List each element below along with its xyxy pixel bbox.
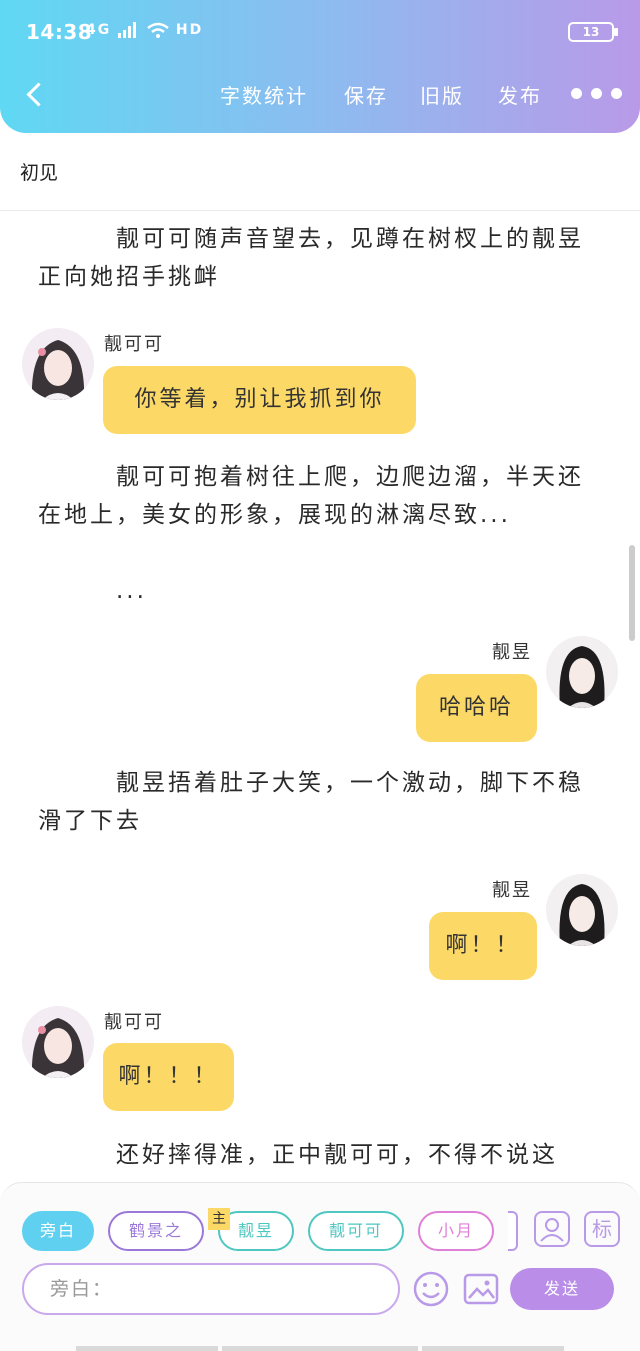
emoji-button[interactable] xyxy=(412,1270,450,1308)
character-chip-kekeke[interactable]: 靓可可 xyxy=(308,1211,404,1251)
avatar-male-icon xyxy=(546,874,618,946)
status-icons: 4G HD xyxy=(86,22,203,38)
scrollbar[interactable] xyxy=(629,545,635,641)
back-button[interactable] xyxy=(20,76,50,112)
divider xyxy=(0,210,640,211)
header: 14:38 4G HD 13 字数统计 保存 旧版 发布 xyxy=(0,0,640,133)
system-bar-segment xyxy=(76,1346,218,1351)
system-bar-segment xyxy=(422,1346,564,1351)
signal-bars-icon xyxy=(118,22,137,38)
system-bar-segment xyxy=(222,1346,418,1351)
main-character-badge: 主 xyxy=(208,1208,230,1230)
tag-button[interactable]: 标 xyxy=(584,1211,620,1247)
editor-screen: 14:38 4G HD 13 字数统计 保存 旧版 发布 初见 靓可可随声音望去… xyxy=(0,0,640,1351)
chat-bubble[interactable]: 哈哈哈 xyxy=(416,674,537,742)
word-count-button[interactable]: 字数统计 xyxy=(220,80,308,109)
character-chip-xiaoyue[interactable]: 小月 xyxy=(418,1211,494,1251)
avatar-female-icon xyxy=(22,1006,94,1078)
image-icon xyxy=(463,1273,499,1305)
image-button[interactable] xyxy=(462,1270,500,1308)
more-dot-icon xyxy=(591,88,602,99)
signal-icon: 4G xyxy=(86,22,112,38)
chapter-title[interactable]: 初见 xyxy=(20,158,58,185)
more-dot-icon xyxy=(611,88,622,99)
status-time: 14:38 xyxy=(26,20,93,44)
sender-name: 靓可可 xyxy=(104,1012,164,1033)
message-input[interactable]: 旁白： xyxy=(22,1263,400,1315)
avatar-male-icon xyxy=(546,636,618,708)
save-button[interactable]: 保存 xyxy=(344,80,388,109)
narration-block[interactable]: 靓昱捂着肚子大笑，一个激动，脚下不稳滑了下去 xyxy=(38,764,598,840)
send-button[interactable]: 发送 xyxy=(510,1268,614,1310)
character-manager-button[interactable] xyxy=(534,1211,570,1247)
more-menu-button[interactable] xyxy=(571,88,622,99)
avatar-jingyu xyxy=(546,636,618,708)
wifi-icon xyxy=(147,22,169,38)
user-icon xyxy=(540,1218,564,1242)
old-version-button[interactable]: 旧版 xyxy=(420,80,464,109)
chat-bubble[interactable]: 你等着，别让我抓到你 xyxy=(103,366,416,434)
publish-button[interactable]: 发布 xyxy=(498,80,542,109)
hd-icon: HD xyxy=(175,22,204,38)
narration-block[interactable]: ... xyxy=(38,572,598,610)
chat-bubble[interactable]: 啊！！！ xyxy=(103,1043,234,1111)
character-chip-narrator[interactable]: 旁白 xyxy=(22,1211,94,1251)
battery-indicator: 13 xyxy=(568,22,618,42)
smiley-icon xyxy=(413,1271,449,1307)
chat-bubble[interactable]: 啊！！ xyxy=(429,912,537,980)
sender-name: 靓昱 xyxy=(492,880,532,901)
avatar-female-icon xyxy=(22,328,94,400)
sender-name: 靓可可 xyxy=(104,334,164,355)
narration-block[interactable]: 还好摔得准，正中靓可可，不得不说这 xyxy=(38,1136,598,1174)
avatar-kekeke xyxy=(22,328,94,400)
avatar-jingyu xyxy=(546,874,618,946)
narration-block[interactable]: 靓可可随声音望去，见蹲在树杈上的靓昱正向她招手挑衅 xyxy=(38,220,598,296)
avatar-kekeke xyxy=(22,1006,94,1078)
more-dot-icon xyxy=(571,88,582,99)
narration-block[interactable]: 靓可可抱着树往上爬，边爬边溜，半天还在地上，美女的形象，展现的淋漓尽致... xyxy=(38,458,598,534)
character-chip-hejingzhi[interactable]: 鹤景之 xyxy=(108,1211,204,1251)
character-chip-overflow[interactable] xyxy=(508,1211,518,1251)
sender-name: 靓昱 xyxy=(492,642,532,663)
